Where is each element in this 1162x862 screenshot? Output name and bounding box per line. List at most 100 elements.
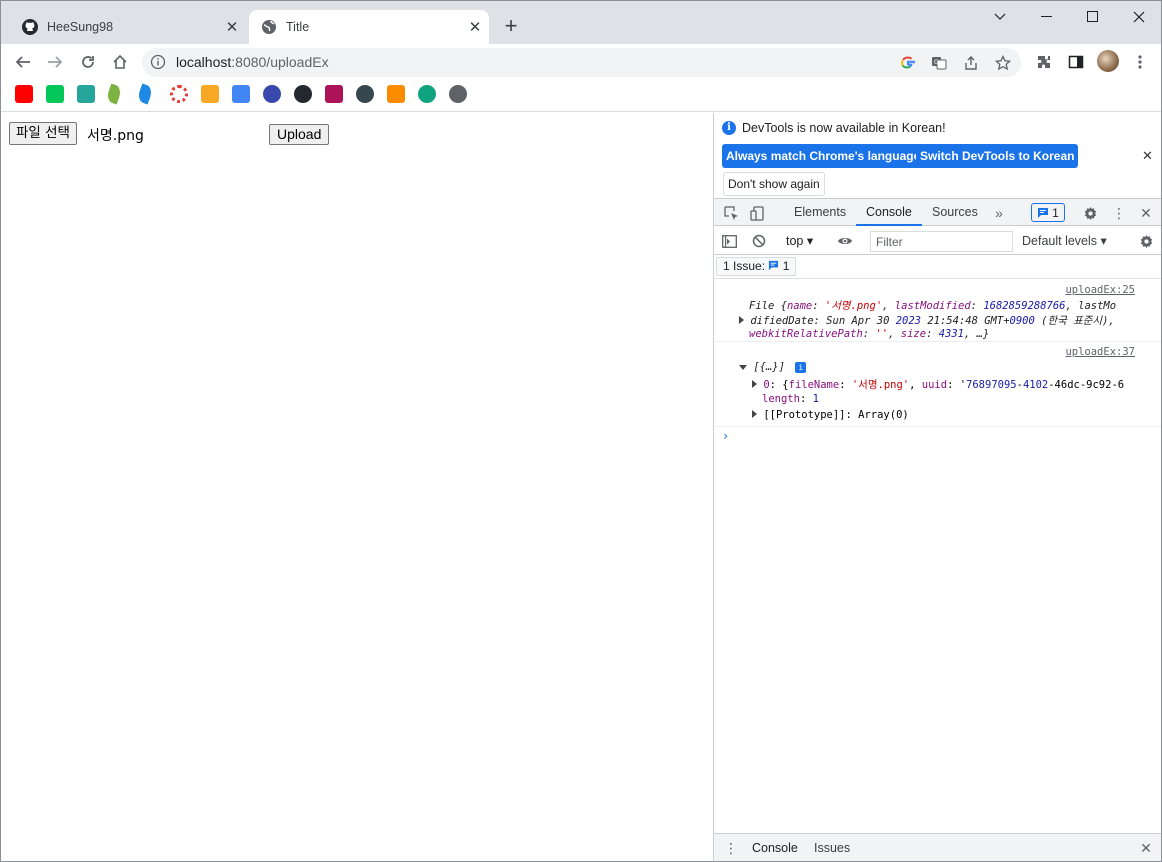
owl-icon[interactable]	[263, 85, 281, 103]
tab-title: HeeSung98	[47, 20, 114, 34]
console-message: uploadEx:37 [{…}] i 0: {fileName: '서명.pn…	[714, 342, 1161, 427]
close-window-button[interactable]	[1116, 3, 1161, 31]
gear-icon[interactable]	[1137, 232, 1155, 250]
bookmarks-bar	[1, 80, 1161, 112]
tab-console[interactable]: Console	[856, 199, 922, 226]
globe-icon[interactable]	[449, 85, 467, 103]
drawer-tab-issues[interactable]: Issues	[804, 834, 860, 861]
url-path: :8080/uploadEx	[231, 54, 329, 70]
leaf-icon[interactable]	[105, 83, 123, 105]
console-filter-input[interactable]: Filter	[870, 231, 1013, 252]
google-icon[interactable]	[898, 53, 918, 73]
tab-strip: HeeSung98 ✕ Title ✕ +	[1, 1, 1161, 44]
more-tabs-icon[interactable]: »	[990, 204, 1008, 222]
expand-icon	[739, 316, 744, 324]
issues-badge-count: 1	[1052, 205, 1059, 220]
share-icon[interactable]	[961, 53, 981, 73]
context-value: top	[786, 234, 804, 248]
log-levels-value: Default levels	[1022, 234, 1098, 248]
choose-file-button[interactable]: 파일 선택	[9, 122, 77, 145]
tab-title-active[interactable]: Title ✕	[249, 10, 489, 44]
star-icon[interactable]	[993, 53, 1013, 73]
translate-icon[interactable]: G	[929, 53, 949, 73]
tab-elements[interactable]: Elements	[784, 199, 856, 226]
source-link[interactable]: uploadEx:37	[1065, 346, 1135, 358]
array-item[interactable]: 0: {fileName: '서명.png', uuid: '76897095-…	[752, 377, 1152, 392]
extensions-icon[interactable]	[1033, 51, 1055, 73]
issues-badge[interactable]: 1	[1031, 203, 1065, 222]
openai-icon[interactable]	[418, 85, 436, 103]
youtube-icon[interactable]	[15, 85, 33, 103]
switch-language-button[interactable]: Switch DevTools to Korean	[916, 144, 1079, 168]
globe-icon	[261, 19, 277, 35]
clear-console-icon[interactable]	[750, 232, 768, 250]
reload-button[interactable]	[74, 48, 102, 76]
github-icon	[22, 19, 38, 35]
profile-avatar[interactable]	[1097, 50, 1119, 72]
length-value: 1	[812, 393, 819, 405]
console-line: File {name: '서명.png', lastModified: 1682…	[749, 300, 1117, 312]
page-content: 파일 선택 서명.png Upload	[1, 113, 713, 861]
circle-icon[interactable]	[170, 85, 188, 103]
close-icon[interactable]: ✕	[1142, 148, 1153, 164]
close-icon[interactable]: ✕	[465, 17, 485, 37]
avatar-icon[interactable]	[356, 85, 374, 103]
log-levels-select[interactable]: Default levels ▾	[1022, 233, 1107, 248]
info-icon: i	[722, 121, 736, 135]
bookmark-icon[interactable]	[77, 85, 95, 103]
forward-button[interactable]	[41, 48, 69, 76]
side-panel-icon[interactable]	[1065, 51, 1087, 73]
message-icon	[1038, 207, 1049, 218]
context-select[interactable]: top ▾	[786, 233, 813, 248]
array-summary-text: [{…}]	[753, 361, 785, 373]
console-output: uploadEx:25 File {name: '서명.png', lastMo…	[714, 280, 1161, 447]
menu-icon[interactable]	[1129, 51, 1151, 73]
expand-icon	[752, 380, 757, 388]
array-summary[interactable]: [{…}] i	[739, 361, 807, 373]
sidebar-toggle-icon[interactable]	[720, 232, 738, 250]
cube-icon[interactable]	[387, 85, 405, 103]
home-button[interactable]	[106, 48, 134, 76]
devtools-language-infobar: i DevTools is now available in Korean! A…	[714, 113, 1161, 199]
classroom-icon[interactable]	[201, 85, 219, 103]
console-message: uploadEx:25 File {name: '서명.png', lastMo…	[714, 280, 1161, 342]
address-bar[interactable]: localhost:8080/uploadEx G	[142, 48, 1021, 77]
browser-window: HeeSung98 ✕ Title ✕ + localhost:8080/upl…	[0, 0, 1162, 862]
gear-icon[interactable]	[1081, 204, 1099, 222]
back-button[interactable]	[9, 48, 37, 76]
info-icon[interactable]	[150, 54, 166, 70]
tab-sources[interactable]: Sources	[922, 199, 988, 226]
close-icon[interactable]: ✕	[1137, 839, 1155, 857]
array-prototype[interactable]: [[Prototype]]: Array(0)	[752, 409, 909, 421]
eye-icon[interactable]	[836, 232, 854, 250]
match-language-button[interactable]: Always match Chrome's language	[722, 144, 925, 168]
dont-show-again-button[interactable]: Don't show again	[723, 172, 825, 196]
console-prompt-row[interactable]: ›	[714, 427, 1161, 447]
source-link[interactable]: uploadEx:25	[1065, 284, 1135, 296]
tab-heesung98[interactable]: HeeSung98 ✕	[10, 10, 246, 44]
docs-icon[interactable]	[232, 85, 250, 103]
device-toolbar-icon[interactable]	[748, 204, 766, 222]
maximize-button[interactable]	[1070, 3, 1116, 31]
console-line[interactable]: difiedDate: Sun Apr 30 2023 21:54:48 GMT…	[739, 313, 1159, 328]
devtools-tabbar: Elements Console Sources » 1 ⋮ ✕	[714, 199, 1161, 226]
image-icon[interactable]	[325, 85, 343, 103]
minimize-button[interactable]	[1024, 3, 1070, 31]
issues-chip-count: 1	[782, 259, 790, 273]
issues-chip[interactable]: 1 Issue: 1	[716, 257, 797, 276]
new-tab-button[interactable]: +	[499, 15, 523, 39]
chevron-down-icon[interactable]	[977, 3, 1023, 31]
inspect-icon[interactable]	[722, 204, 740, 222]
kebab-menu-icon[interactable]: ⋮	[1110, 204, 1128, 222]
console-line: webkitRelativePath: '', size: 4331, …}	[749, 328, 990, 340]
drawer-tab-console[interactable]: Console	[742, 834, 808, 861]
github-icon[interactable]	[294, 85, 312, 103]
kebab-menu-icon[interactable]: ⋮	[722, 839, 740, 857]
issues-chip-label: 1 Issue:	[723, 259, 766, 273]
array-length: length: 1	[762, 393, 819, 405]
close-icon[interactable]: ✕	[1137, 204, 1155, 222]
close-icon[interactable]: ✕	[222, 17, 242, 37]
upload-button[interactable]: Upload	[269, 124, 330, 145]
naver-icon[interactable]	[46, 85, 64, 103]
bird-icon[interactable]	[136, 83, 154, 105]
